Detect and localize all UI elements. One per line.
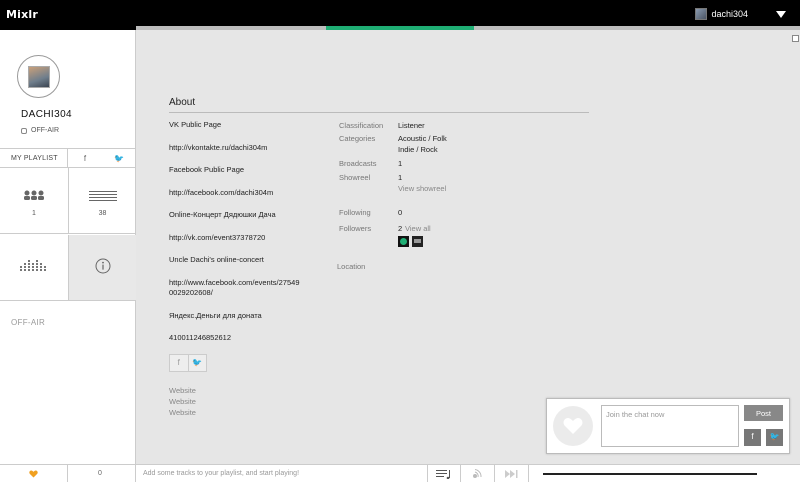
showreel-value: 1	[398, 173, 403, 182]
mixlr-logo[interactable]: Mixlr	[6, 8, 38, 21]
broadcasts-value: 1	[398, 159, 403, 168]
about-links: VK Public Page http://vkontakte.ru/dachi…	[169, 120, 319, 344]
status-dot-icon	[21, 127, 27, 134]
follower-avatar[interactable]	[398, 236, 409, 247]
website-link[interactable]: Website	[169, 408, 196, 417]
playlist-icon	[436, 470, 450, 479]
about-link[interactable]: http://www.facebook.com/events/27549	[169, 278, 319, 289]
chat-avatar	[553, 406, 593, 446]
broadcast-button[interactable]	[461, 465, 495, 482]
skip-forward-icon	[505, 470, 518, 478]
categories-label: Categories	[339, 134, 376, 143]
equalizer-cell[interactable]	[0, 235, 68, 301]
view-showreel-link[interactable]: View showreel	[398, 183, 446, 194]
share-buttons: f 🐦	[169, 354, 207, 372]
chat-facebook-button[interactable]: f	[744, 429, 761, 446]
listener-count: 0	[98, 470, 102, 477]
user-menu[interactable]: dachi304	[695, 8, 786, 20]
followers-value: 2	[398, 224, 403, 233]
location-label: Location	[337, 262, 366, 271]
sidebar-broadcast-status: OFF-AIR	[11, 318, 46, 327]
chat-twitter-button[interactable]: 🐦	[766, 429, 783, 446]
about-link[interactable]: 0029202608/	[169, 288, 319, 299]
twitter-share-icon[interactable]: 🐦	[189, 355, 207, 371]
about-link[interactable]: http://facebook.com/dachi304m	[169, 188, 319, 199]
my-playlist-tab[interactable]: MY PLAYLIST	[0, 149, 68, 167]
listener-count-cell	[68, 465, 136, 482]
about-link: 410011246852612	[169, 333, 232, 342]
profile-avatar[interactable]	[17, 55, 60, 98]
playlist-button[interactable]	[427, 465, 461, 482]
about-link: Online-Концерт Дядюшки Дача	[169, 210, 276, 219]
followers-cell[interactable]: 1	[0, 168, 68, 234]
about-divider	[169, 112, 589, 113]
about-link: Uncle Dachi's online-concert	[169, 255, 264, 264]
skip-button[interactable]	[495, 465, 529, 482]
about-link[interactable]: http://vk.com/event37378720	[169, 233, 319, 244]
about-link: VK Public Page	[169, 120, 222, 129]
showreel-label: Showreel	[339, 173, 371, 182]
follower-avatar[interactable]	[412, 236, 423, 247]
list-icon	[89, 191, 117, 201]
playlist-bar: MY PLAYLIST f 🐦	[0, 148, 136, 168]
equalizer-icon	[20, 260, 46, 271]
chat-box: Join the chat now Post f 🐦	[546, 398, 790, 454]
heart-icon	[29, 470, 38, 478]
playback-track[interactable]	[543, 473, 757, 475]
playlist-hint: Add some tracks to your playlist, and st…	[143, 470, 300, 477]
chevron-down-icon[interactable]	[776, 10, 786, 18]
info-cell[interactable]	[68, 235, 136, 301]
about-link: Яндекс.Деньги для доната	[169, 310, 262, 320]
corner-toggle[interactable]	[792, 35, 799, 42]
player-bar: 0 Add some tracks to your playlist, and …	[0, 464, 800, 482]
about-heading: About	[169, 97, 196, 108]
category-value[interactable]: Acoustic / Folk	[398, 133, 447, 144]
facebook-icon[interactable]: f	[68, 149, 102, 167]
twitter-icon[interactable]: 🐦	[102, 149, 136, 167]
people-icon	[24, 190, 44, 200]
about-link: Facebook Public Page	[169, 165, 245, 174]
profile-stats-grid: 1 38	[0, 168, 136, 301]
tracks-count: 38	[98, 210, 107, 217]
classification-label: Classification	[339, 121, 384, 130]
following-value: 0	[398, 208, 403, 217]
profile-status-label: OFF-AIR	[31, 127, 59, 134]
profile-username: DACHI304	[21, 109, 72, 120]
followers-count: 1	[32, 210, 36, 217]
followers-label: Followers	[339, 224, 372, 233]
facebook-share-icon[interactable]: f	[170, 355, 189, 371]
user-avatar	[695, 8, 708, 20]
info-icon	[95, 258, 111, 274]
about-link[interactable]: http://vkontakte.ru/dachi304m	[169, 143, 319, 154]
post-button[interactable]: Post	[744, 405, 783, 421]
profile-photo	[28, 66, 50, 88]
following-label: Following	[339, 208, 371, 217]
user-menu-name: dachi304	[711, 9, 748, 19]
tracks-cell[interactable]: 38	[68, 168, 136, 234]
website-link[interactable]: Website	[169, 386, 196, 395]
sidebar: DACHI304 OFF-AIR MY PLAYLIST f 🐦 1 38 OF…	[0, 30, 136, 464]
broadcasts-label: Broadcasts	[339, 159, 377, 168]
broadcast-icon	[473, 469, 482, 478]
profile-status: OFF-AIR	[21, 127, 59, 134]
classification-value: Listener	[398, 121, 425, 130]
category-value[interactable]: Indie / Rock	[398, 144, 438, 155]
view-all-followers-link[interactable]: View all	[405, 223, 431, 234]
chat-input[interactable]: Join the chat now	[601, 405, 739, 447]
like-cell[interactable]	[0, 465, 68, 482]
website-link[interactable]: Website	[169, 397, 196, 406]
heart-icon	[563, 418, 583, 434]
